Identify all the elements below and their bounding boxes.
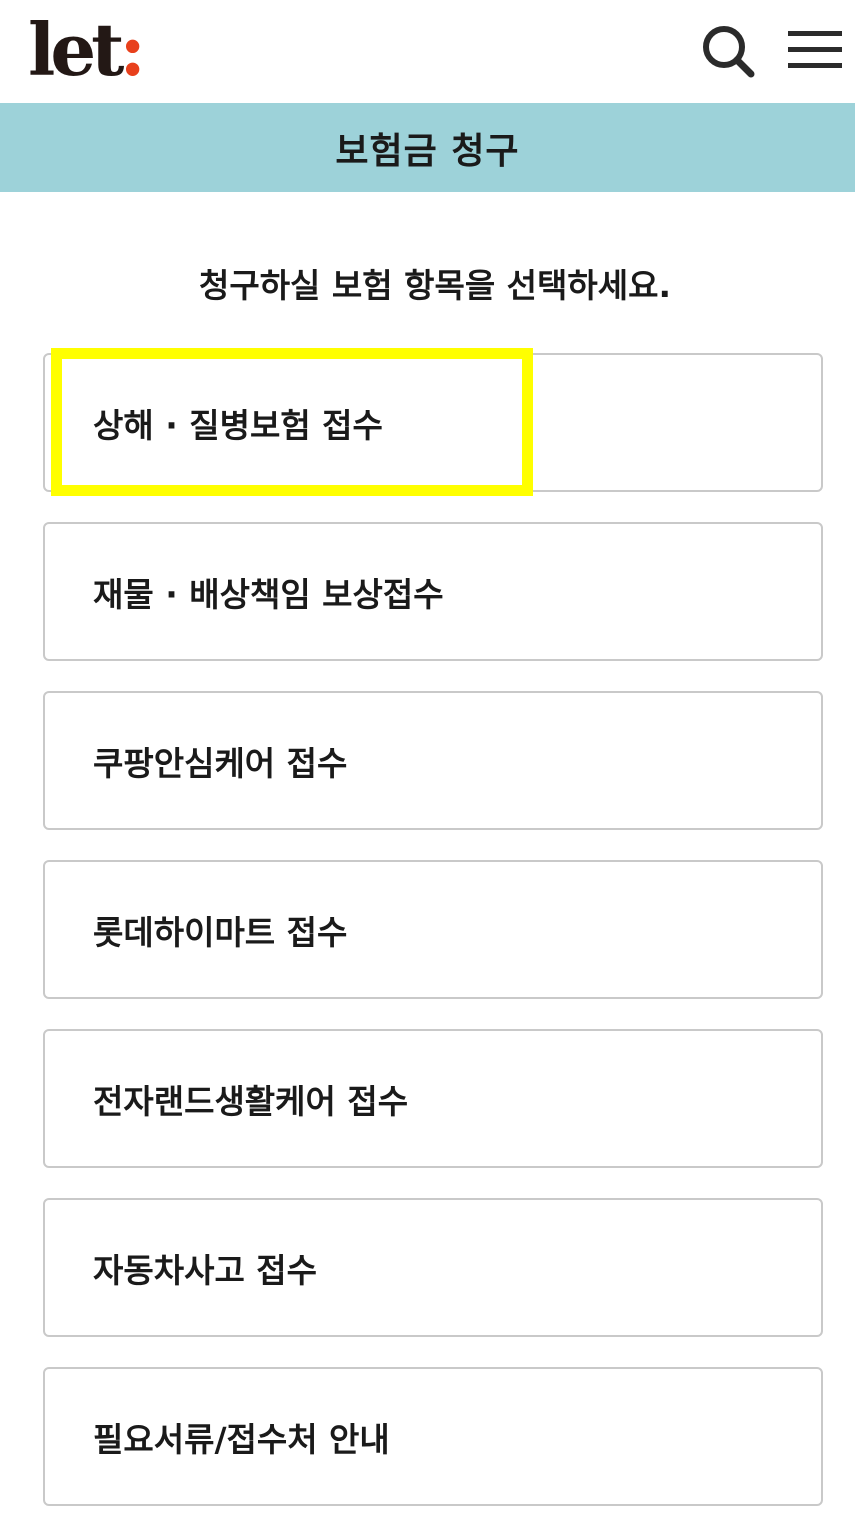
option-car-accident-claim[interactable]: 자동차사고 접수	[43, 1198, 823, 1337]
option-label: 상해 · 질병보험 접수	[93, 405, 383, 445]
logo[interactable]: let:	[28, 2, 146, 98]
logo-colon: :	[119, 7, 146, 92]
option-lotte-himart-claim[interactable]: 롯데하이마트 접수	[43, 860, 823, 999]
search-button[interactable]	[698, 22, 758, 82]
option-label: 재물 · 배상책임 보상접수	[93, 574, 444, 614]
header: let:	[0, 0, 855, 103]
option-property-liability-claim[interactable]: 재물 · 배상책임 보상접수	[43, 522, 823, 661]
page-title: 보험금 청구	[335, 130, 520, 172]
search-icon	[703, 26, 755, 78]
option-etland-care-claim[interactable]: 전자랜드생활케어 접수	[43, 1029, 823, 1168]
logo-text: let	[28, 7, 124, 92]
option-label: 자동차사고 접수	[93, 1250, 318, 1290]
option-label: 필요서류/접수처 안내	[93, 1419, 390, 1459]
option-label: 쿠팡안심케어 접수	[93, 743, 348, 783]
option-label: 롯데하이마트 접수	[93, 912, 348, 952]
option-injury-illness-claim[interactable]: 상해 · 질병보험 접수	[43, 353, 823, 492]
hamburger-menu-icon	[788, 31, 842, 68]
option-coupang-care-claim[interactable]: 쿠팡안심케어 접수	[43, 691, 823, 830]
page-title-bar: 보험금 청구	[0, 103, 855, 192]
option-required-documents-guide[interactable]: 필요서류/접수처 안내	[43, 1367, 823, 1506]
option-label: 전자랜드생활케어 접수	[93, 1081, 409, 1121]
menu-button[interactable]	[786, 28, 844, 72]
instruction-text: 청구하실 보험 항목을 선택하세요.	[198, 266, 672, 305]
